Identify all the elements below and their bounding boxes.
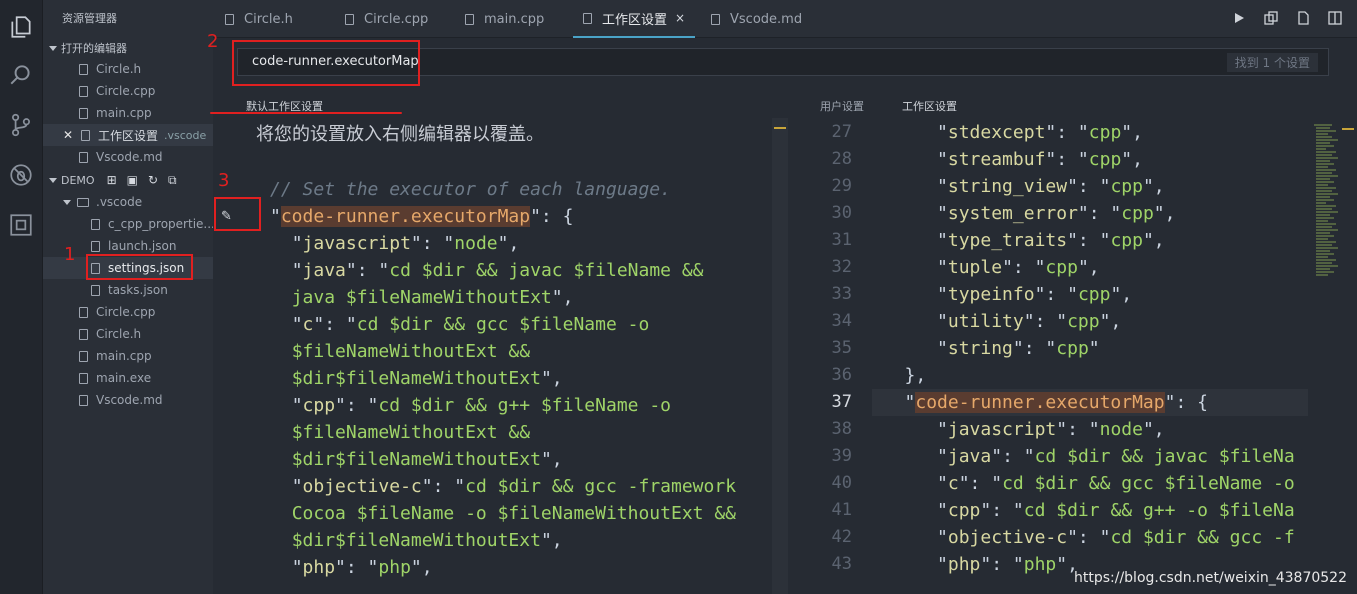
scroll-marker	[1342, 128, 1354, 130]
debug-icon[interactable]	[6, 160, 36, 190]
file-item[interactable]: Circle.cpp	[43, 301, 213, 323]
editor-tabs: Circle.h Circle.cpp main.cpp 工作区设置 × Vsco…	[213, 0, 1357, 38]
line-number-gutter: 27 28 29 30 31 32 33 34 35 36 37 38 39 4…	[831, 122, 852, 574]
tab-circle-h[interactable]: Circle.h	[225, 0, 293, 38]
setting-key-highlight: code-runner.executorMap	[280, 206, 531, 227]
source-control-icon[interactable]	[6, 110, 36, 140]
split-editor-icon[interactable]	[1327, 10, 1343, 26]
file-icon	[91, 218, 100, 230]
override-hint: 将您的设置放入右侧编辑器以覆盖。	[256, 124, 544, 145]
file-item[interactable]: tasks.json	[43, 279, 213, 301]
file-icon	[91, 240, 100, 252]
open-editor-item[interactable]: Vscode.md	[43, 146, 213, 168]
minimap[interactable]	[1310, 122, 1346, 282]
search-icon[interactable]	[6, 60, 36, 90]
run-icon[interactable]	[1231, 10, 1247, 26]
file-item[interactable]: main.exe	[43, 367, 213, 389]
open-editor-item[interactable]: Circle.h	[43, 58, 213, 80]
file-item[interactable]: Circle.h	[43, 323, 213, 345]
file-icon	[79, 328, 88, 340]
annotation-number-1: 1	[64, 244, 76, 265]
collapse-all-icon[interactable]: ⧉	[168, 173, 177, 188]
open-changes-icon[interactable]	[1263, 10, 1279, 26]
default-settings-code: // Set the executor of each language. "c…	[270, 179, 737, 578]
extensions-icon[interactable]	[6, 210, 36, 240]
explorer-toolbar: ⊞ ▣ ↻ ⧉	[107, 173, 177, 188]
folder-item[interactable]: .vscode	[43, 191, 213, 213]
editor-actions	[1231, 10, 1343, 26]
open-file-icon[interactable]	[1295, 10, 1311, 26]
open-editor-item-active[interactable]: ✕ 工作区设置 .vscode	[43, 124, 213, 146]
file-icon	[345, 13, 354, 25]
watermark: https://blog.csdn.net/weixin_43870522	[1073, 570, 1347, 586]
annotation-number-3: 3	[218, 170, 230, 191]
scroll-marker	[774, 127, 786, 129]
annotation-underline	[210, 112, 402, 114]
search-result-count: 找到 1 个设置	[1226, 53, 1318, 72]
file-icon	[583, 12, 592, 24]
explorer-sidebar: 资源管理器 打开的编辑器 Circle.h Circle.cpp main.cp…	[43, 0, 213, 594]
workspace-settings-editor[interactable]: "stdexcept": "cpp", "streambuf": "cpp", …	[872, 119, 1308, 594]
activity-bar	[0, 0, 43, 594]
code-comment: // Set the executor of each language.	[270, 179, 671, 200]
file-item[interactable]: main.cpp	[43, 345, 213, 367]
tab-workspace-settings-pane[interactable]: 工作区设置	[902, 98, 957, 114]
file-icon	[225, 13, 234, 25]
close-icon[interactable]: ×	[675, 11, 685, 25]
tab-vscode-md[interactable]: Vscode.md	[711, 0, 802, 38]
explorer-title: 资源管理器	[62, 12, 117, 25]
refresh-icon[interactable]: ↻	[148, 173, 158, 188]
chevron-down-icon	[49, 178, 57, 183]
annotation-box-2	[232, 40, 420, 86]
file-item[interactable]: Vscode.md	[43, 389, 213, 411]
new-folder-icon[interactable]: ▣	[127, 173, 138, 188]
annotation-box-1	[86, 254, 193, 280]
file-icon	[79, 151, 88, 163]
left-scrollbar[interactable]	[772, 118, 788, 594]
file-icon	[79, 350, 88, 362]
file-icon	[79, 85, 88, 97]
file-icon	[79, 372, 88, 384]
file-icon	[81, 129, 90, 141]
tab-circle-cpp[interactable]: Circle.cpp	[345, 0, 428, 38]
setting-key-highlight: code-runner.executorMap	[915, 392, 1165, 413]
folder-icon	[77, 197, 89, 207]
chevron-down-icon	[49, 45, 57, 51]
tab-main-cpp[interactable]: main.cpp	[465, 0, 544, 38]
file-icon	[465, 13, 474, 25]
new-file-icon[interactable]: ⊞	[107, 173, 117, 188]
workspace-settings-code: "stdexcept": "cpp", "streambuf": "cpp", …	[904, 122, 1295, 575]
file-icon	[711, 13, 720, 25]
annotation-box-3	[214, 197, 261, 231]
chevron-down-icon	[63, 199, 71, 205]
file-icon	[79, 394, 88, 406]
explorer-icon[interactable]	[6, 12, 36, 42]
file-item[interactable]: c_cpp_propertie...	[43, 213, 213, 235]
tab-user-settings[interactable]: 用户设置	[820, 98, 864, 114]
tab-workspace-settings[interactable]: 工作区设置 ×	[573, 0, 696, 38]
open-editor-item[interactable]: main.cpp	[43, 102, 213, 124]
file-icon	[91, 284, 100, 296]
project-header[interactable]: DEMO ⊞ ▣ ↻ ⧉	[49, 173, 177, 188]
file-icon	[79, 107, 88, 119]
close-icon[interactable]: ✕	[63, 128, 77, 142]
open-editors-header[interactable]: 打开的编辑器	[49, 40, 127, 56]
file-icon	[79, 63, 88, 75]
annotation-number-2: 2	[207, 31, 219, 52]
file-icon	[79, 306, 88, 318]
open-editor-item[interactable]: Circle.cpp	[43, 80, 213, 102]
